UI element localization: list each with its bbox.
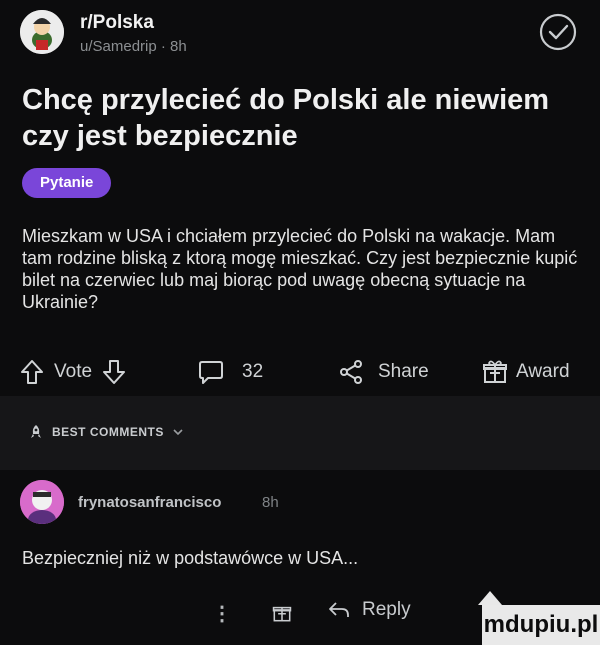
commenter-avatar-icon[interactable] (20, 480, 64, 524)
award-label: Award (516, 361, 570, 382)
more-icon[interactable]: ⋮ (212, 601, 232, 626)
post-flair[interactable]: Pytanie (22, 168, 112, 198)
joined-check-icon[interactable] (538, 12, 578, 52)
post-action-bar: Vote 32 Share Award (20, 350, 585, 394)
comment-icon (199, 361, 223, 384)
post-header: r/Polska u/Samedrip · 8h (20, 10, 580, 60)
chevron-down-icon (173, 429, 183, 436)
award-icon (483, 360, 507, 383)
reply-button[interactable]: Reply (328, 599, 411, 621)
post-body: Mieszkam w USA i chciałem przylecieć do … (22, 226, 578, 312)
share-icon (340, 360, 362, 384)
subreddit-avatar-icon[interactable] (20, 10, 64, 54)
downvote-icon[interactable] (102, 359, 126, 385)
comment-time: 8h (262, 494, 279, 511)
reply-icon (329, 602, 349, 617)
upvote-icon[interactable] (20, 359, 44, 385)
comments-button[interactable]: 32 (198, 350, 263, 394)
comments-count: 32 (242, 361, 264, 382)
comment-author[interactable]: frynatosanfrancisco (78, 494, 221, 511)
reply-label: Reply (362, 599, 411, 620)
share-button[interactable]: Share (338, 350, 429, 394)
sort-label: BEST COMMENTS (52, 425, 164, 439)
watermark: mdupiu.pl (482, 605, 600, 645)
comments-sort-bar[interactable]: BEST COMMENTS (0, 396, 600, 470)
post-title: Chcę przylecieć do Polski ale niewiem cz… (22, 84, 550, 152)
award-button[interactable]: Award (482, 350, 570, 394)
comment-upvote-icon[interactable] (478, 591, 502, 605)
comment-text: Bezpieczniej niż w podstawówce w USA... (22, 548, 359, 568)
share-label: Share (378, 361, 429, 382)
vote-group: Vote (20, 350, 126, 394)
rocket-icon (31, 425, 41, 438)
post-meta[interactable]: u/Samedrip · 8h (80, 38, 187, 55)
vote-label: Vote (54, 361, 93, 382)
comment-award-icon[interactable] (272, 603, 292, 623)
subreddit-name[interactable]: r/Polska (80, 12, 154, 34)
